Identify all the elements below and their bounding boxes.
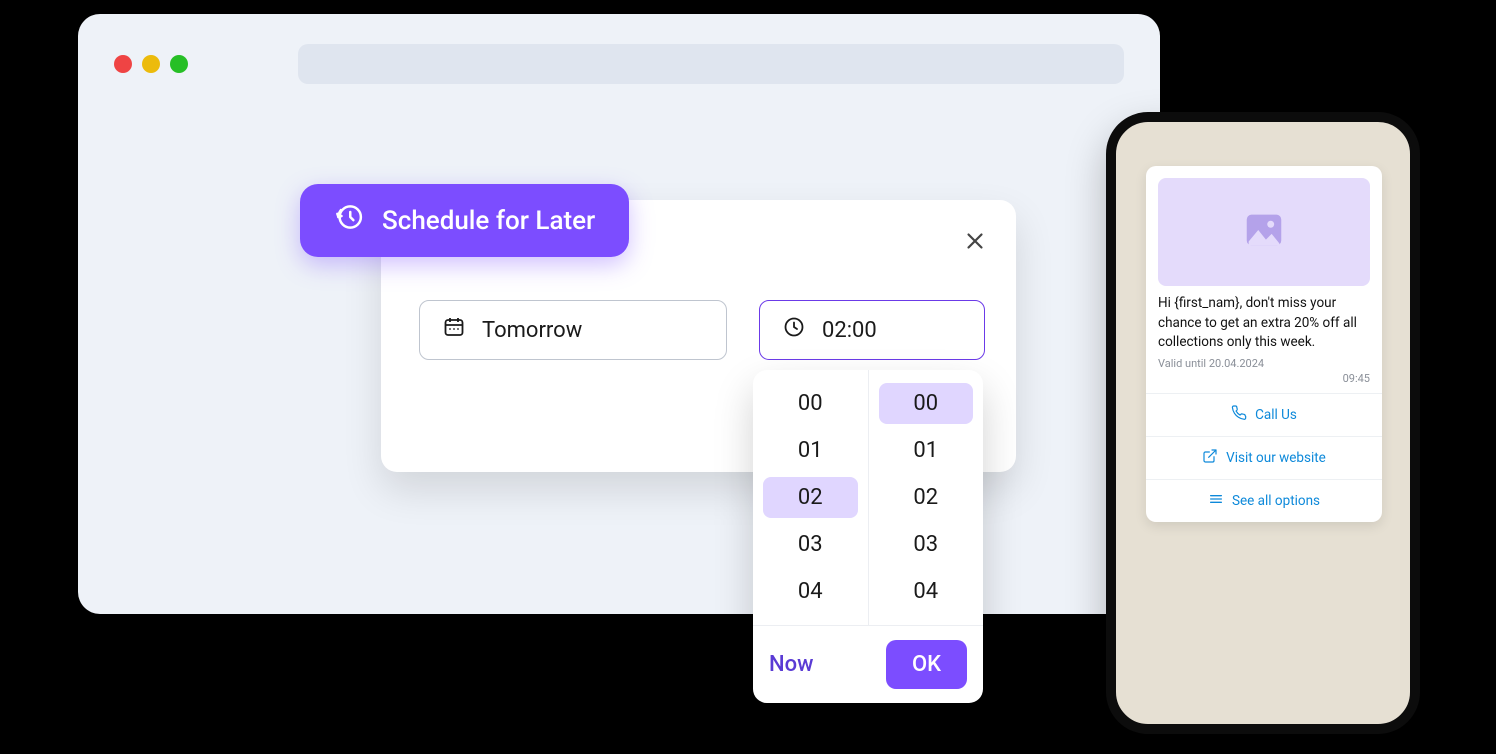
hour-option[interactable]: 01 (763, 430, 858, 471)
schedule-for-later-button[interactable]: Schedule for Later (300, 184, 629, 257)
message-timestamp: 09:45 (1146, 372, 1382, 393)
date-field[interactable]: Tomorrow (419, 300, 727, 360)
see-all-options-button[interactable]: See all options (1146, 479, 1382, 522)
call-us-label: Call Us (1255, 407, 1297, 423)
call-us-button[interactable]: Call Us (1146, 393, 1382, 436)
visit-website-label: Visit our website (1226, 450, 1326, 466)
schedule-label: Schedule for Later (382, 206, 595, 236)
message-subtext: Valid until 20.04.2024 (1146, 353, 1382, 372)
external-link-icon (1202, 448, 1218, 468)
traffic-lights (114, 55, 188, 73)
maximize-dot-icon[interactable] (170, 55, 188, 73)
minute-option[interactable]: 03 (879, 524, 974, 565)
hour-option[interactable]: 03 (763, 524, 858, 565)
date-value: Tomorrow (482, 318, 582, 343)
time-picker-dropdown: 00 01 02 03 04 00 01 02 03 04 Now OK (753, 370, 983, 703)
message-text: Hi {first_nam}, don't miss your chance t… (1146, 294, 1382, 353)
hours-column: 00 01 02 03 04 (753, 370, 868, 625)
minutes-column: 00 01 02 03 04 (868, 370, 984, 625)
ok-button[interactable]: OK (886, 640, 967, 689)
minute-option[interactable]: 00 (879, 383, 974, 424)
time-value: 02:00 (822, 318, 877, 343)
time-field[interactable]: 02:00 (759, 300, 985, 360)
hour-option[interactable]: 04 (763, 571, 858, 612)
address-bar[interactable] (298, 44, 1124, 84)
message-image-placeholder (1158, 178, 1370, 286)
visit-website-button[interactable]: Visit our website (1146, 436, 1382, 479)
now-button[interactable]: Now (769, 652, 813, 677)
menu-icon (1208, 491, 1224, 511)
minimize-dot-icon[interactable] (142, 55, 160, 73)
close-dot-icon[interactable] (114, 55, 132, 73)
hour-option[interactable]: 00 (763, 383, 858, 424)
minute-option[interactable]: 02 (879, 477, 974, 518)
phone-icon (1231, 405, 1247, 425)
chat-message-card: Hi {first_nam}, don't miss your chance t… (1146, 166, 1382, 522)
see-all-options-label: See all options (1232, 493, 1320, 509)
close-button[interactable] (962, 228, 988, 258)
minute-option[interactable]: 01 (879, 430, 974, 471)
image-placeholder-icon (1241, 207, 1287, 257)
calendar-icon (442, 315, 466, 345)
history-clock-icon (334, 202, 364, 239)
hour-option[interactable]: 02 (763, 477, 858, 518)
clock-icon (782, 315, 806, 345)
phone-mockup: Hi {first_nam}, don't miss your chance t… (1106, 112, 1420, 734)
browser-chrome (78, 14, 1160, 94)
minute-option[interactable]: 04 (879, 571, 974, 612)
